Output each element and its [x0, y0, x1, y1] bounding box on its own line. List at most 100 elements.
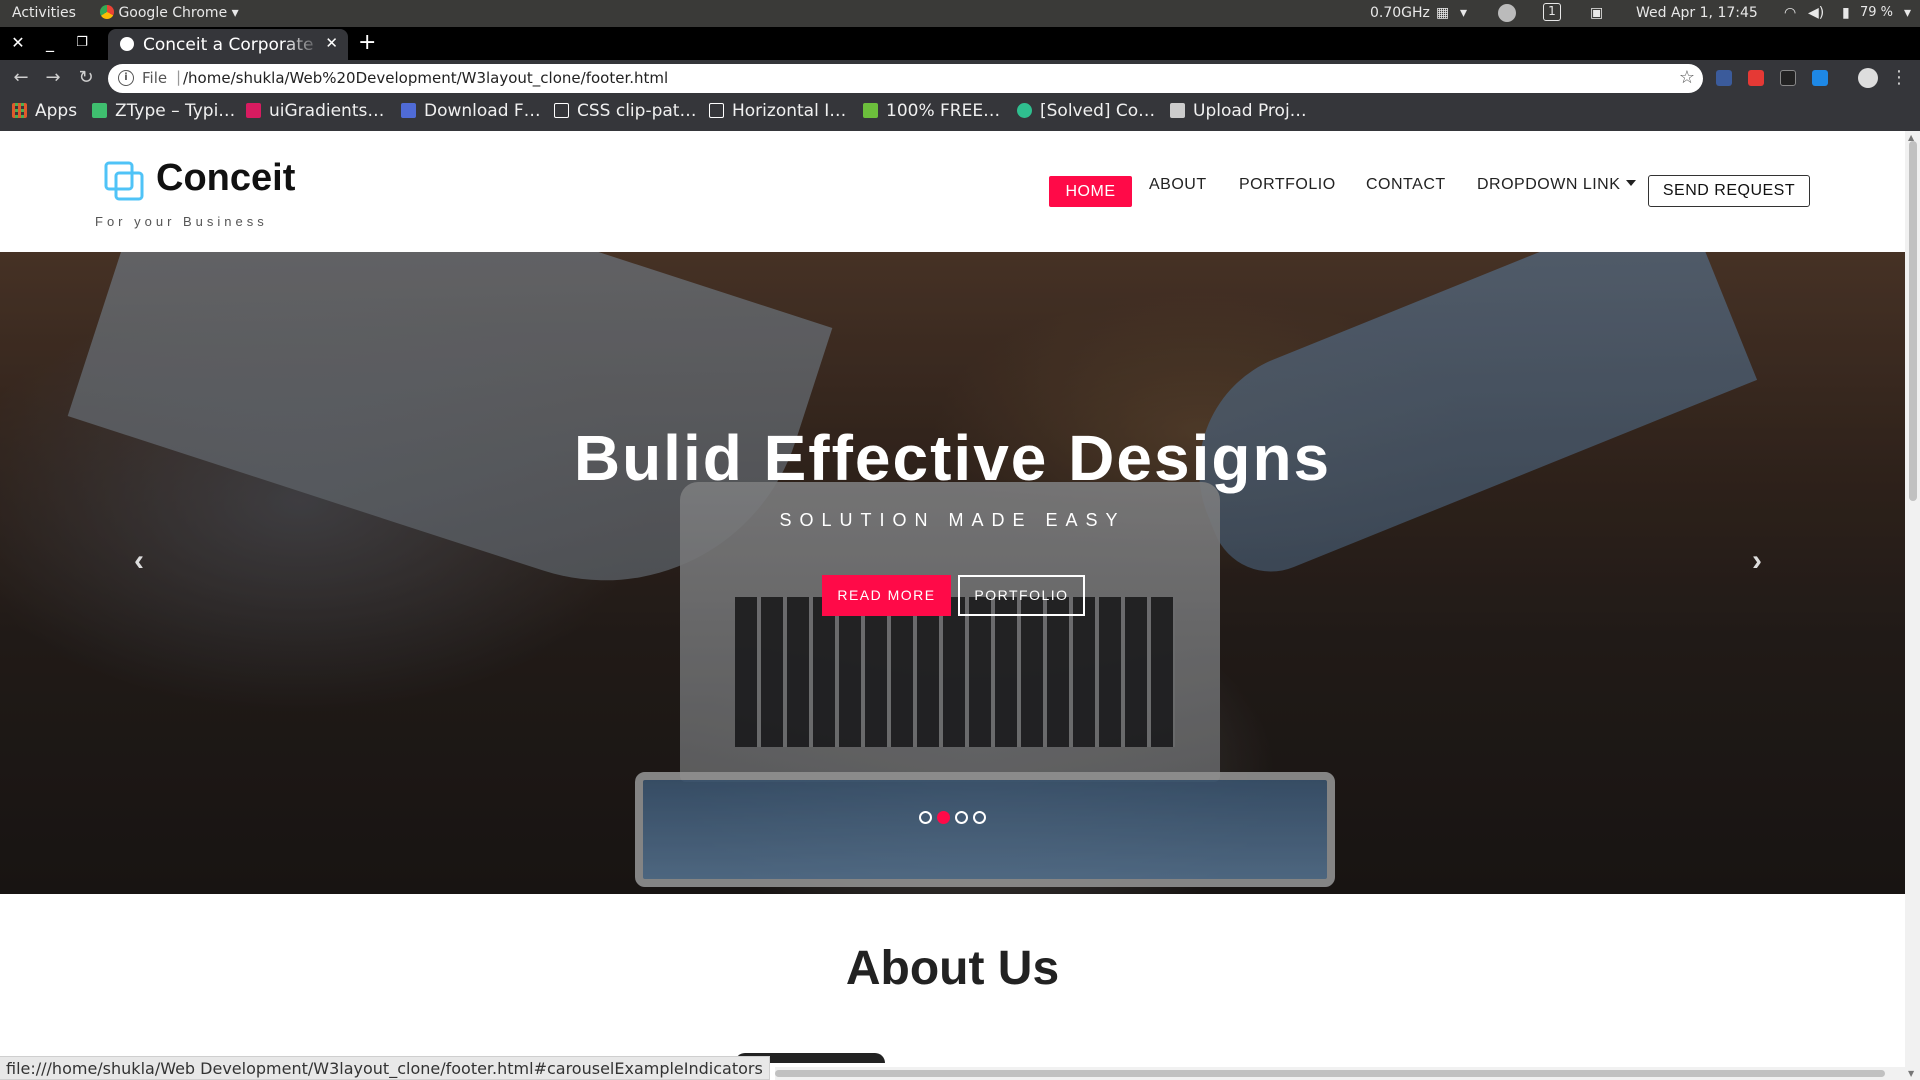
- bookmark-label: Apps: [35, 101, 78, 121]
- wifi-icon[interactable]: ◠: [1784, 5, 1796, 21]
- nav-dropdown[interactable]: DROPDOWN LINK: [1477, 176, 1637, 194]
- send-request-button[interactable]: SEND REQUEST: [1648, 175, 1810, 207]
- codepen-icon: [554, 103, 569, 118]
- hero-subtitle: SOLUTION MADE EASY: [779, 510, 1126, 530]
- bookmark-item[interactable]: Upload Proj…: [1170, 101, 1307, 121]
- globe-icon: [120, 37, 134, 51]
- carousel-dot[interactable]: [919, 811, 932, 824]
- chevron-down-icon[interactable]: ▾: [1460, 5, 1467, 21]
- logo-squares-icon: [104, 161, 144, 201]
- tab-strip: ✕ _ ❐ Conceit a Corporate Category ✕ +: [0, 27, 1920, 60]
- back-arrow-icon[interactable]: ←: [10, 67, 32, 88]
- cpu-frequency: 0.70GHz: [1370, 5, 1430, 21]
- bookmark-label: Horizontal I…: [732, 101, 847, 121]
- chevron-down-icon: ▾: [231, 5, 239, 21]
- logo-name[interactable]: Conceit: [156, 157, 295, 200]
- vertical-scrollbar[interactable]: ▲ ▼: [1905, 131, 1920, 1080]
- nav-about[interactable]: ABOUT: [1149, 176, 1207, 194]
- chevron-down-icon[interactable]: ▾: [1904, 5, 1911, 21]
- extension-blue-icon[interactable]: [1812, 70, 1828, 86]
- extension-red-icon[interactable]: [1748, 70, 1764, 86]
- window-minimize-icon[interactable]: _: [40, 33, 60, 53]
- caret-down-icon: [1626, 180, 1637, 186]
- address-bar[interactable]: i File | /home/shukla/Web%20Development/…: [108, 64, 1703, 93]
- window-close-icon[interactable]: ✕: [8, 33, 28, 53]
- logo-tagline: For your Business: [95, 214, 268, 229]
- bookmark-star-icon[interactable]: ☆: [1679, 67, 1695, 88]
- bookmark-label: 100% FREE…: [886, 101, 1001, 121]
- tab-title-fade: [283, 29, 323, 60]
- bookmark-item[interactable]: Horizontal I…: [709, 101, 846, 121]
- bookmark-label: CSS clip-pat…: [577, 101, 697, 121]
- carousel-prev-icon[interactable]: ‹: [134, 544, 144, 578]
- bookmark-item[interactable]: Apps: [12, 101, 77, 121]
- hero-carousel: Bulid Effective Designs SOLUTION MADE EA…: [0, 252, 1905, 894]
- workspace-indicator[interactable]: 1: [1543, 3, 1561, 21]
- browser-toolbar: ← → ↻ i File | /home/shukla/Web%20Develo…: [0, 60, 1920, 96]
- screenshot-camera-icon[interactable]: ▣: [1590, 5, 1603, 21]
- carousel-indicators: [919, 811, 989, 825]
- bookmark-label: Upload Proj…: [1193, 101, 1307, 121]
- profile-avatar[interactable]: [1858, 68, 1878, 88]
- bookmark-label: uiGradients…: [269, 101, 385, 121]
- activities-button[interactable]: Activities: [12, 5, 76, 21]
- bookmark-item[interactable]: ZType – Typi…: [92, 101, 235, 121]
- forward-arrow-icon[interactable]: →: [42, 67, 64, 88]
- system-top-bar: Activities Google Chrome ▾ 0.70GHz ▦ ▾ 1…: [0, 0, 1920, 27]
- volume-icon[interactable]: ◀): [1808, 5, 1824, 21]
- reload-icon[interactable]: ↻: [75, 67, 97, 88]
- carousel-dot[interactable]: [955, 811, 968, 824]
- carousel-next-icon[interactable]: ›: [1752, 544, 1762, 578]
- bookmark-item[interactable]: CSS clip-pat…: [554, 101, 696, 121]
- info-icon[interactable]: i: [118, 70, 134, 86]
- portfolio-button[interactable]: PORTFOLIO: [958, 575, 1085, 616]
- nav-portfolio[interactable]: PORTFOLIO: [1239, 176, 1336, 194]
- bookmark-label: [Solved] Co…: [1040, 101, 1156, 121]
- solved-icon: [1017, 103, 1032, 118]
- scrollbar-thumb[interactable]: [775, 1070, 1885, 1077]
- apps-grid-icon: [12, 103, 27, 118]
- battery-percent: 79 %: [1860, 5, 1894, 20]
- tm-icon: [1170, 103, 1185, 118]
- nav-contact[interactable]: CONTACT: [1366, 176, 1446, 194]
- status-bubble: file:///home/shukla/Web Development/W3la…: [0, 1056, 770, 1080]
- menu-kebab-icon[interactable]: ⋮: [1888, 67, 1910, 88]
- tab-close-icon[interactable]: ✕: [325, 34, 338, 52]
- bookmark-item[interactable]: 100% FREE…: [863, 101, 1000, 121]
- horizontal-scrollbar[interactable]: [775, 1067, 1905, 1080]
- carousel-dot[interactable]: [973, 811, 986, 824]
- clock[interactable]: Wed Apr 1, 17:45: [1636, 5, 1758, 21]
- app-name: Google Chrome: [118, 5, 228, 21]
- carousel-dot-active[interactable]: [937, 811, 950, 824]
- nav-dropdown-label: DROPDOWN LINK: [1477, 176, 1621, 193]
- url-scheme: File: [142, 69, 168, 87]
- bookmarks-bar: Apps ZType – Typi… uiGradients… Download…: [0, 96, 1920, 131]
- hero-overlay: [0, 252, 1905, 894]
- bookmark-label: Download F…: [424, 101, 541, 121]
- download-icon: [401, 103, 416, 118]
- window-restore-icon[interactable]: ❐: [72, 33, 92, 53]
- ztype-icon: [92, 103, 107, 118]
- app-menu[interactable]: Google Chrome ▾: [100, 5, 239, 21]
- extension-dark-icon[interactable]: [1780, 70, 1796, 86]
- read-more-button[interactable]: READ MORE: [822, 575, 951, 616]
- nav-home[interactable]: HOME: [1049, 176, 1132, 207]
- bookmark-item[interactable]: uiGradients…: [246, 101, 384, 121]
- bookmark-item[interactable]: Download F…: [401, 101, 541, 121]
- chrome-icon: [100, 5, 114, 19]
- about-us-heading: About Us: [845, 942, 1060, 995]
- scrollbar-thumb[interactable]: [1909, 141, 1917, 501]
- bookmark-item[interactable]: [Solved] Co…: [1017, 101, 1155, 121]
- uigradients-icon: [246, 103, 261, 118]
- tab-active[interactable]: Conceit a Corporate Category ✕: [108, 29, 348, 60]
- extension-pen-icon[interactable]: [1716, 70, 1732, 86]
- scroll-down-arrow-icon[interactable]: ▼: [1908, 1069, 1914, 1078]
- codepen-icon: [709, 103, 724, 118]
- url-separator: |: [176, 68, 182, 86]
- bookmark-label: ZType – Typi…: [115, 101, 236, 121]
- new-tab-icon[interactable]: +: [358, 30, 376, 55]
- indicator-avatar-icon[interactable]: [1498, 4, 1516, 26]
- url-text[interactable]: /home/shukla/Web%20Development/W3layout_…: [183, 69, 668, 87]
- battery-icon[interactable]: ▮: [1842, 5, 1850, 21]
- hero-title: Bulid Effective Designs: [573, 422, 1332, 494]
